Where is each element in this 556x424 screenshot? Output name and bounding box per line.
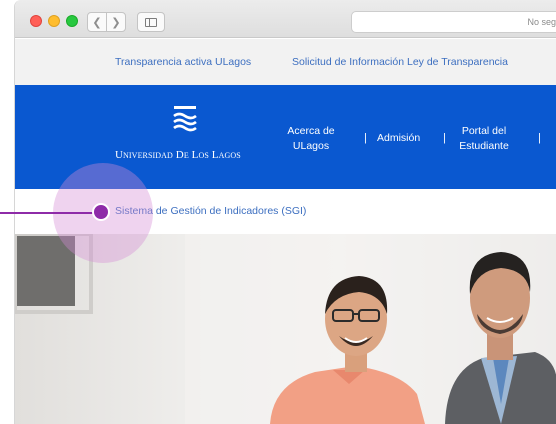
transparency-bar: Transparencia activa ULagos Solicitud de…	[15, 39, 556, 85]
nav-separator: |	[443, 132, 446, 144]
annotation-pointer-line	[0, 212, 96, 214]
nav-portal-del-estudiante[interactable]: Portal del Estudiante	[455, 124, 513, 154]
transparencia-activa-link[interactable]: Transparencia activa ULagos	[115, 56, 251, 68]
browser-titlebar: ❮ ❯ No seg	[15, 0, 556, 38]
chevron-left-icon: ❮	[92, 16, 102, 29]
sidebar-toggle-button[interactable]	[137, 12, 165, 32]
chevron-right-icon: ❯	[111, 16, 121, 29]
minimize-window-button[interactable]	[48, 15, 60, 27]
back-button[interactable]: ❮	[87, 12, 107, 32]
forward-button[interactable]: ❯	[106, 12, 126, 32]
nav-admision-label: Admisión	[377, 132, 421, 144]
sidebar-icon	[145, 17, 157, 27]
nav-separator: |	[364, 132, 367, 144]
annotation-marker-dot	[92, 203, 110, 221]
nav-portal-label: Portal del Estudiante	[459, 125, 509, 152]
university-name-logo[interactable]: Universidad De Los Lagos	[115, 149, 241, 161]
solicitud-informacion-link[interactable]: Solicitud de Información Ley de Transpar…	[292, 56, 508, 68]
nav-acerca-label: Acerca de ULagos	[287, 125, 335, 152]
close-window-button[interactable]	[30, 15, 42, 27]
address-bar-text: No seg	[527, 17, 556, 27]
address-bar[interactable]: No seg	[351, 11, 556, 33]
nav-admision[interactable]: Admisión	[377, 131, 420, 146]
nav-acerca-de-ulagos[interactable]: Acerca de ULagos	[282, 124, 340, 154]
zoom-window-button[interactable]	[66, 15, 78, 27]
nav-separator: |	[538, 132, 541, 144]
university-logo-icon[interactable]	[173, 105, 197, 133]
